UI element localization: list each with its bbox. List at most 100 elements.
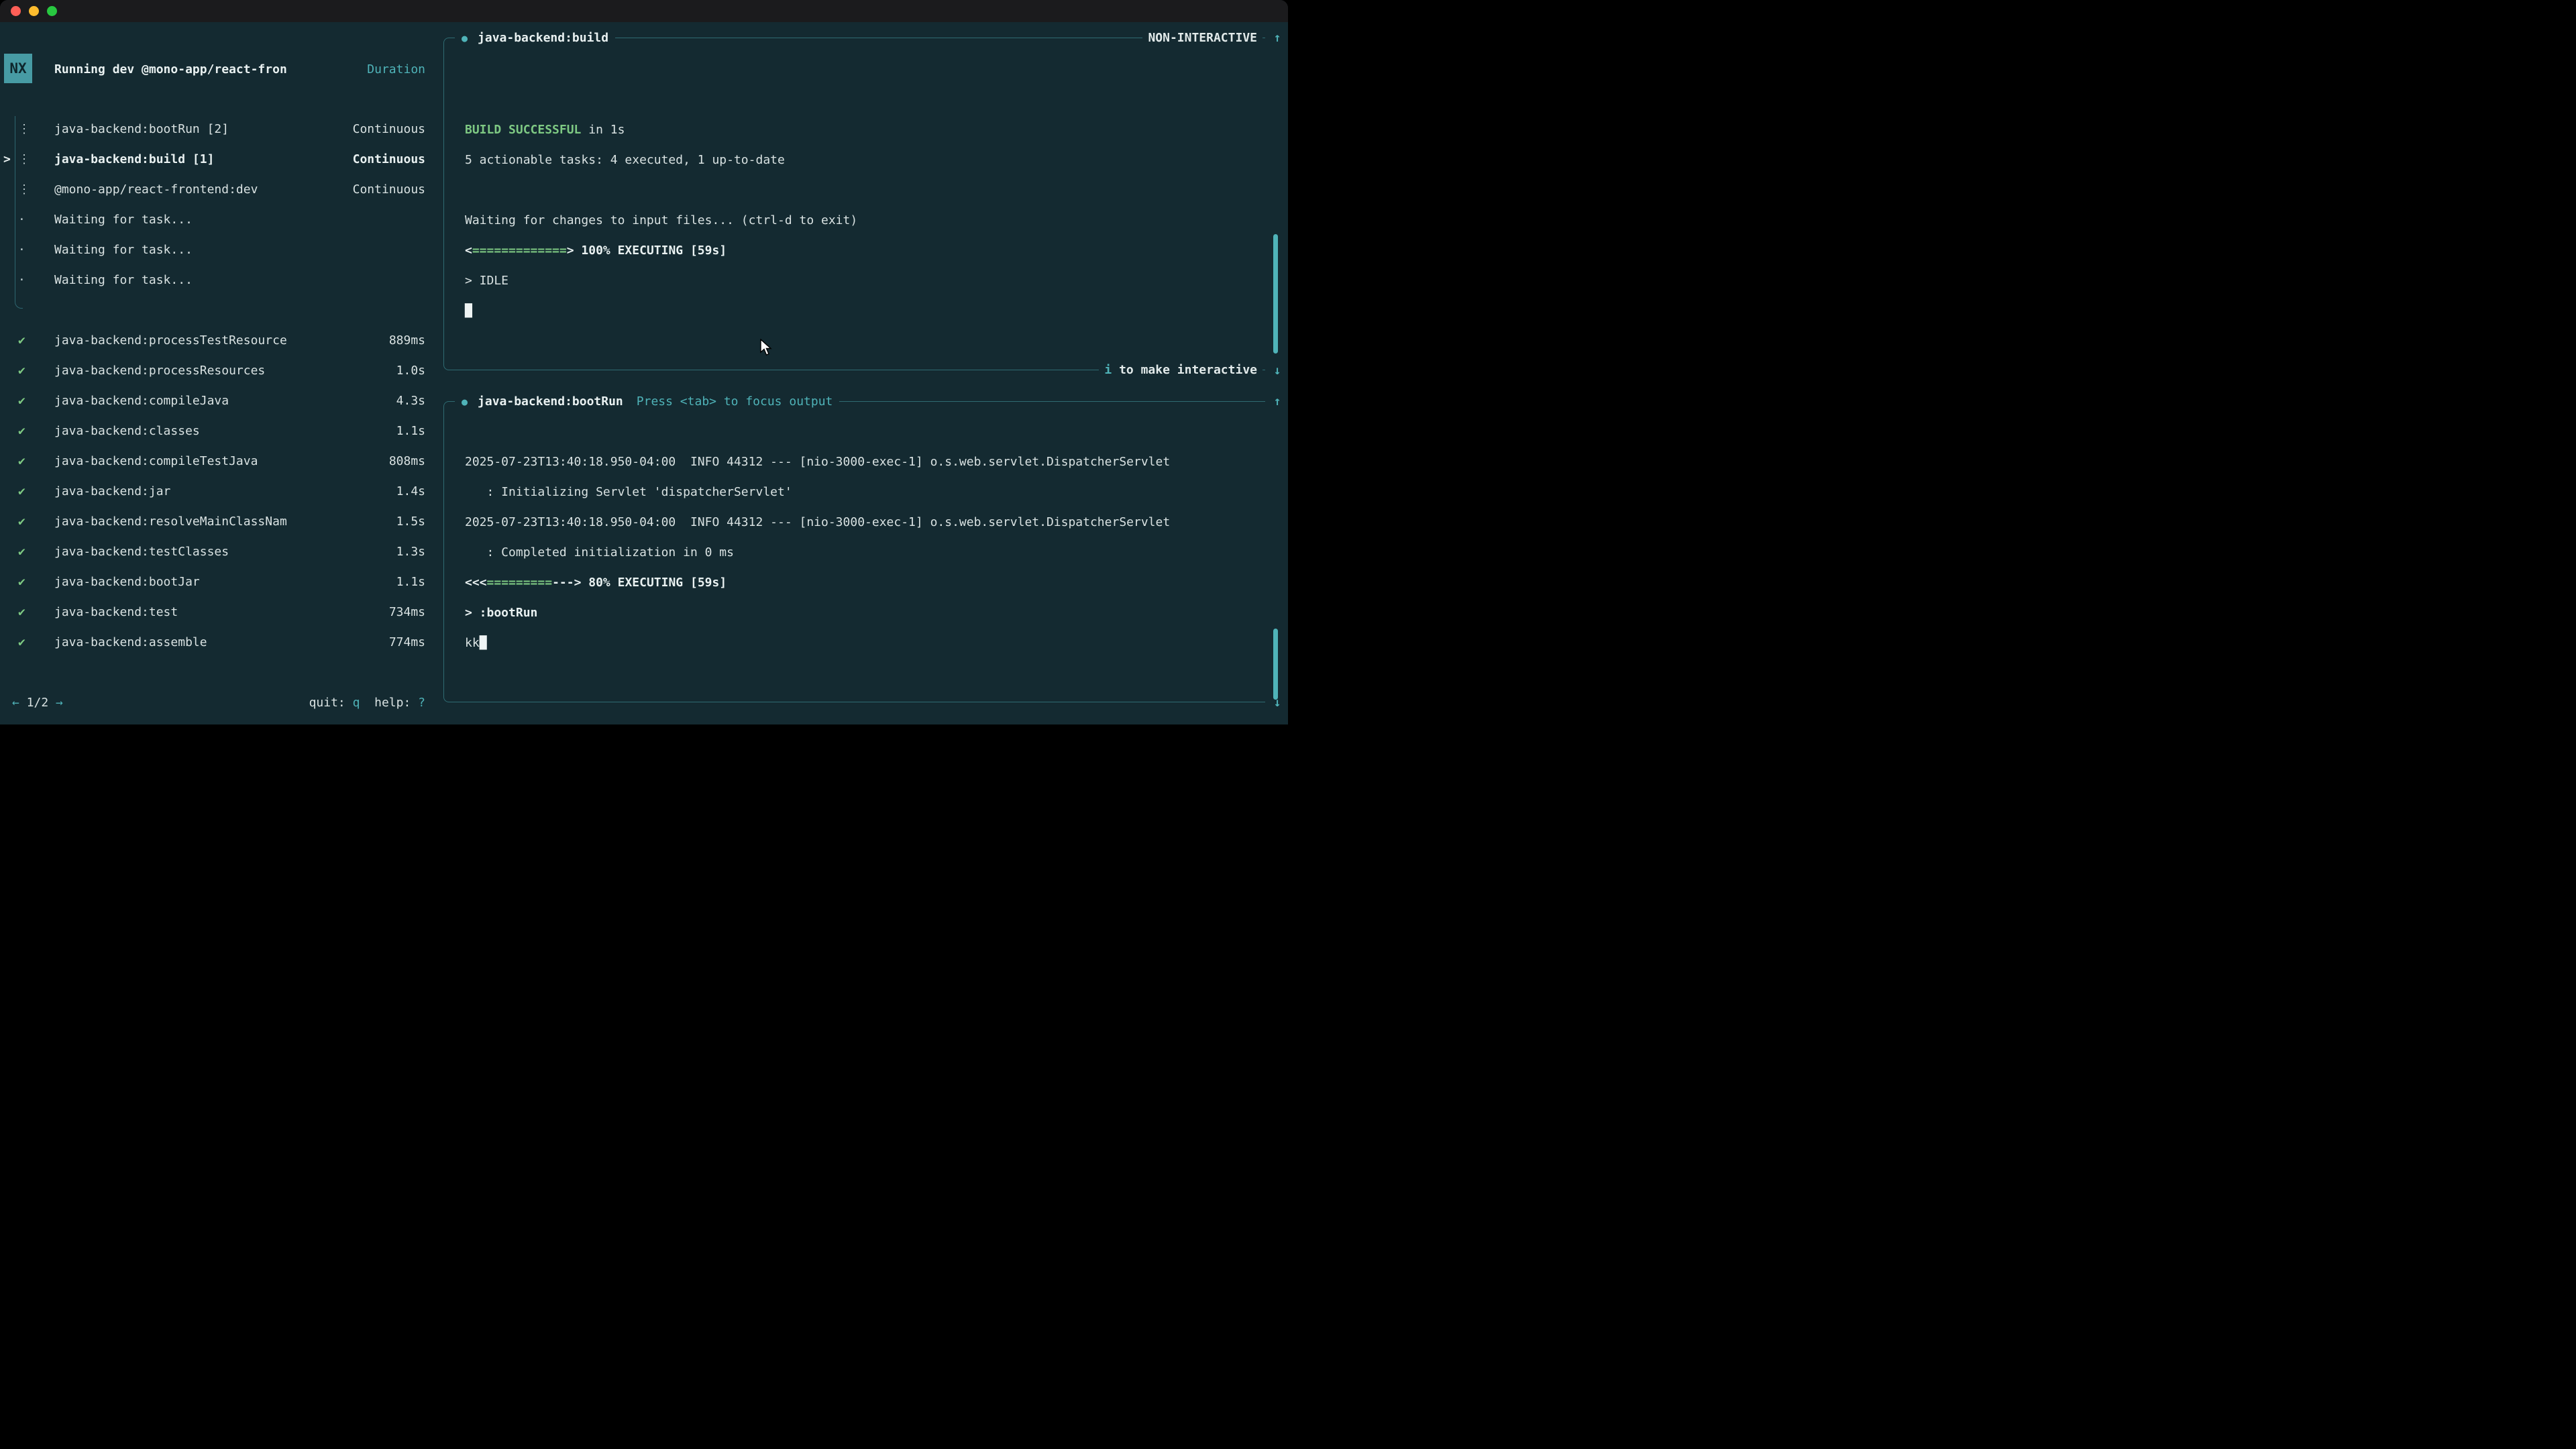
task-row[interactable]: >⋮java-backend:build [1]Continuous — [0, 144, 436, 174]
running-task-list: ⋮java-backend:bootRun [2]Continuous > ⋮ jav… — [0, 114, 436, 295]
scroll-up-icon: ↑ — [1269, 386, 1286, 417]
task-row[interactable]: ✔ java-backend:processTestResource 889ms — [0, 325, 436, 356]
minimize-button[interactable] — [29, 6, 39, 16]
build-output-pane[interactable]: ● java-backend:build NON-INTERACTIVE BUI… — [443, 38, 1265, 370]
check-icon: ✔ — [18, 364, 25, 378]
terminal-text: in 1s — [581, 123, 625, 137]
task-duration: 1.1s — [396, 424, 425, 438]
check-icon: ✔ — [18, 635, 25, 649]
task-duration: 1.0s — [396, 364, 425, 378]
task-row[interactable]: ·Waiting for task... — [0, 265, 436, 295]
terminal-text: > :bootRun — [465, 606, 537, 620]
terminal-text: kk — [465, 636, 480, 650]
task-name: java-backend:compileTestJava — [54, 454, 384, 468]
terminal-line: █ — [465, 296, 1260, 326]
bootrun-terminal-output: 2025-07-23T13:40:18.950-04:00 INFO 44312… — [465, 447, 1260, 658]
task-row[interactable]: ✔java-backend:compileTestJava808ms — [0, 446, 436, 476]
task-state-icon: · — [18, 213, 25, 227]
terminal-line: <=============> 100% EXECUTING [59s] — [465, 235, 1260, 266]
non-interactive-badge: NON-INTERACTIVE — [1142, 23, 1263, 53]
terminal-window: NX Running dev @mono-app/react-fron Dura… — [0, 0, 1288, 724]
zoom-button[interactable] — [47, 6, 57, 16]
quit-key: q — [353, 696, 360, 710]
check-icon: ✔ — [18, 605, 25, 619]
terminal-text: ---> — [552, 576, 581, 590]
bootrun-output-pane[interactable]: ● java-backend:bootRun Press <tab> to fo… — [443, 401, 1265, 702]
scroll-down-icon: ↓ — [1269, 356, 1286, 386]
window-titlebar — [0, 0, 1288, 22]
task-row[interactable]: ⋮java-backend:bootRun [2]Continuous — [0, 114, 436, 144]
task-duration: 889ms — [389, 333, 425, 347]
build-pane-scrollbar[interactable] — [1273, 234, 1278, 354]
task-bullet-icon: ● — [462, 32, 468, 44]
task-name: Waiting for task... — [54, 213, 420, 227]
task-name: java-backend:assemble — [54, 635, 384, 649]
task-name: java-backend:jar — [54, 484, 391, 498]
help-key: ? — [418, 696, 425, 710]
pagination-label: 1/2 — [19, 696, 56, 710]
task-state-icon: ⋮ — [18, 182, 30, 197]
focus-output-hint: Press <tab> to focus output — [637, 394, 833, 409]
task-bullet-icon: ● — [462, 396, 468, 408]
terminal-text: < — [465, 244, 472, 258]
duration-column-header: Duration — [367, 62, 425, 76]
task-list-header: Running dev @mono-app/react-fron Duratio… — [0, 54, 436, 85]
check-icon: ✔ — [18, 424, 25, 438]
terminal-text: █ — [480, 636, 487, 650]
terminal-line: Waiting for changes to input files... (c… — [465, 205, 1260, 235]
terminal-line — [465, 175, 1260, 205]
help-label: help: — [374, 696, 418, 710]
bootrun-pane-scrollbar[interactable] — [1273, 629, 1278, 700]
terminal-text: ========= — [487, 576, 553, 590]
check-icon: ✔ — [18, 394, 25, 408]
task-row[interactable]: ✔java-backend:test734ms — [0, 597, 436, 627]
task-row[interactable]: ✔java-backend:resolveMainClassNam1.5s — [0, 506, 436, 537]
task-row[interactable]: ✔ java-backend:processResources 1.0s — [0, 356, 436, 386]
task-state-icon: ⋮ — [18, 152, 30, 166]
task-duration: 774ms — [389, 635, 425, 649]
close-button[interactable] — [11, 6, 21, 16]
terminal-text: █ — [465, 304, 472, 318]
terminal-line: BUILD SUCCESSFUL in 1s — [465, 115, 1260, 145]
task-duration: 1.3s — [396, 545, 425, 559]
task-duration: 4.3s — [396, 394, 425, 408]
terminal-line: : Completed initialization in 0 ms — [465, 537, 1260, 568]
page-right-icon[interactable]: → — [56, 696, 63, 710]
terminal-text: <<< — [465, 576, 487, 590]
task-row[interactable]: ✔java-backend:testClasses1.3s — [0, 537, 436, 567]
scroll-up-icon: ↑ — [1269, 23, 1286, 53]
task-row[interactable]: ✔ java-backend:jar 1.4s — [0, 476, 436, 506]
terminal-text: 5 actionable tasks: 4 executed, 1 up-to-… — [465, 153, 785, 167]
bootrun-pane-title: ● java-backend:bootRun Press <tab> to fo… — [455, 386, 839, 417]
page-left-icon[interactable]: ← — [12, 696, 19, 710]
terminal-text: > — [567, 244, 574, 258]
task-duration: 1.4s — [396, 484, 425, 498]
task-row[interactable]: ✔ java-backend:assemble 774ms — [0, 627, 436, 657]
task-row[interactable]: · Waiting for task... — [0, 205, 436, 235]
task-row[interactable]: ✔java-backend:classes1.1s — [0, 416, 436, 446]
terminal-text: 80% EXECUTING [59s] — [581, 576, 727, 590]
terminal-text: 100% EXECUTING [59s] — [574, 244, 727, 258]
build-pane-title-text: java-backend:build — [478, 31, 608, 45]
footer-gap — [360, 696, 374, 710]
task-name: java-backend:processTestResource — [54, 333, 384, 347]
terminal-line: 2025-07-23T13:40:18.950-04:00 INFO 44312… — [465, 447, 1260, 477]
task-name: @mono-app/react-frontend:dev — [54, 182, 347, 197]
task-name: java-backend:processResources — [54, 364, 391, 378]
check-icon: ✔ — [18, 333, 25, 347]
task-row[interactable]: ⋮@mono-app/react-frontend:devContinuous — [0, 174, 436, 205]
make-interactive-hint: i to make interactive — [1099, 355, 1263, 385]
task-row[interactable]: ✔java-backend:bootJar1.1s — [0, 567, 436, 597]
sidebar-footer: ← 1/2 → quit: q help: ? — [0, 688, 436, 718]
task-name: java-backend:bootRun [2] — [54, 122, 347, 136]
task-row[interactable]: ·Waiting for task... — [0, 235, 436, 265]
quit-label: quit: — [309, 696, 353, 710]
selection-cursor-icon: > — [3, 152, 11, 166]
terminal-line: 2025-07-23T13:40:18.950-04:00 INFO 44312… — [465, 507, 1260, 537]
bootrun-pane-title-text: java-backend:bootRun — [478, 394, 623, 409]
completed-task-list: ✔java-backend:processTestResource889ms✔j… — [0, 325, 436, 657]
task-row[interactable]: ✔java-backend:compileJava4.3s — [0, 386, 436, 416]
check-icon: ✔ — [18, 484, 25, 498]
terminal-text: Waiting for changes to input files... (c… — [465, 213, 857, 227]
task-name: java-backend:bootJar — [54, 575, 391, 589]
